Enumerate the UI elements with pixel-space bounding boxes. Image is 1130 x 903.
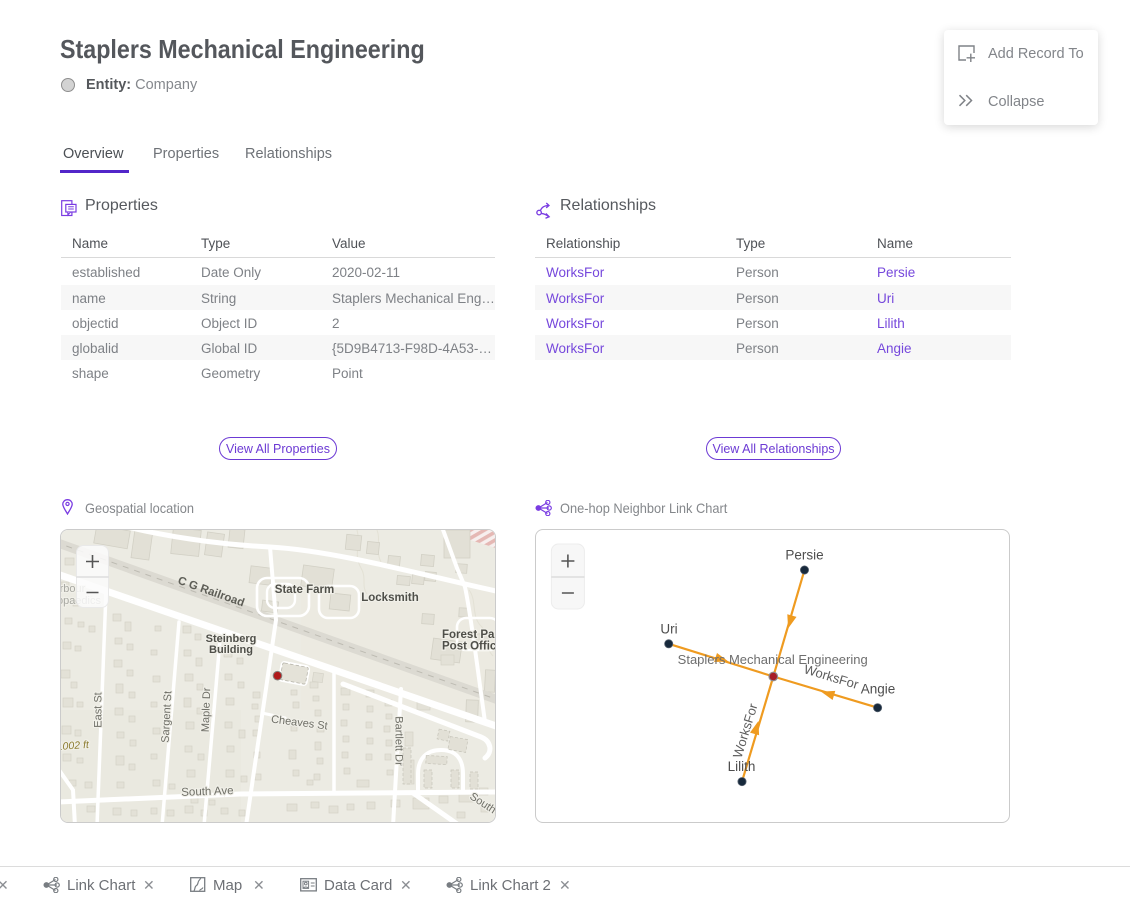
svg-text:1002 ft: 1002 ft (61, 739, 90, 753)
svg-text:Persie: Persie (785, 548, 823, 563)
svg-text:Post Offic: Post Offic (442, 641, 495, 653)
svg-text:Angie: Angie (861, 682, 896, 697)
svg-text:Maple Dr: Maple Dr (200, 687, 214, 732)
svg-text:Forest Par: Forest Par (442, 629, 495, 641)
svg-text:East St: East St (93, 692, 105, 727)
svg-text:Building: Building (209, 644, 253, 656)
svg-text:Staplers Mechanical Engineerin: Staplers Mechanical Engineering (678, 652, 868, 667)
svg-text:State Farm: State Farm (275, 584, 334, 596)
svg-text:Uri: Uri (660, 622, 677, 637)
svg-text:South Ave: South Ave (181, 785, 234, 799)
svg-text:Lilith: Lilith (728, 759, 756, 774)
svg-text:Locksmith: Locksmith (361, 592, 419, 604)
